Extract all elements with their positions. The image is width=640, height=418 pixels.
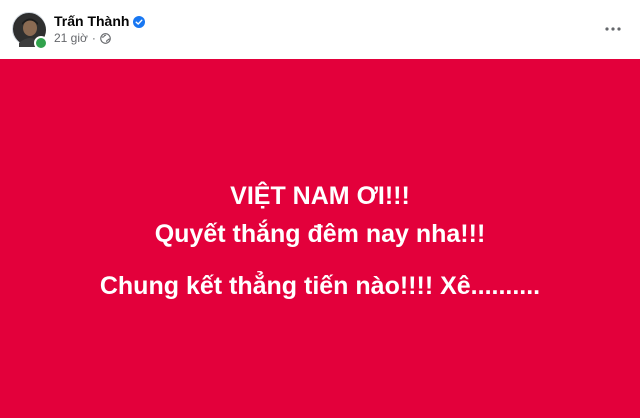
post-text-line-1: VIỆT NAM ƠI!!! [230, 182, 410, 210]
more-options-button[interactable] [600, 16, 626, 42]
author-row: Trấn Thành [54, 12, 146, 30]
post-text-background[interactable]: VIỆT NAM ƠI!!! Quyết thắng đêm nay nha!!… [0, 59, 640, 418]
post-timestamp[interactable]: 21 giờ [54, 31, 88, 45]
online-status-dot [34, 36, 48, 50]
verified-badge-icon [133, 15, 146, 28]
post-text-line-3: Chung kết thẳng tiến nào!!!! Xê.........… [99, 272, 541, 300]
globe-icon[interactable] [100, 32, 111, 44]
post-header: Trấn Thành 21 giờ · [0, 0, 640, 59]
post-text-line-2: Quyết thắng đêm nay nha!!! [154, 220, 486, 248]
more-options-icon [605, 27, 621, 31]
author-name[interactable]: Trấn Thành [54, 13, 129, 29]
meta-separator: · [91, 31, 96, 45]
post-meta: 21 giờ · [54, 31, 111, 45]
